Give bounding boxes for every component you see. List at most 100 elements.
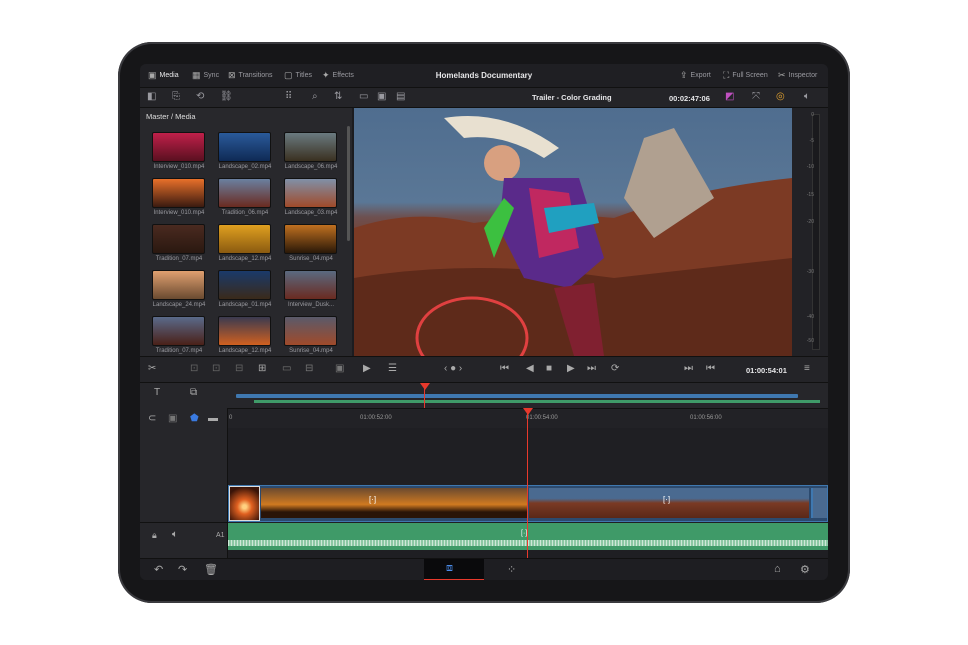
clip-name: Interview_010.mp4 bbox=[153, 164, 205, 170]
mini-playhead-marker[interactable] bbox=[420, 383, 430, 390]
undo-icon[interactable]: ↶ bbox=[154, 563, 163, 576]
trim-icon[interactable]: ⧉ bbox=[190, 387, 197, 398]
snap-icon[interactable]: ⊂ bbox=[148, 413, 156, 424]
clip-thumbnail[interactable] bbox=[152, 178, 205, 208]
title-tool-icon[interactable]: T bbox=[154, 387, 160, 398]
mini-timeline[interactable]: T ⧉ bbox=[140, 382, 828, 409]
prev-edit-icon[interactable]: ⏮ bbox=[706, 363, 715, 374]
clip-name: Landscape_01.mp4 bbox=[218, 302, 272, 308]
search-icon[interactable]: ⌕ bbox=[312, 91, 318, 102]
jog-control[interactable]: ‹ ● › bbox=[444, 363, 462, 374]
safe-area-icon[interactable]: ▣ bbox=[377, 91, 386, 102]
clip-thumbnail[interactable] bbox=[284, 316, 337, 346]
relink-icon[interactable]: ⟲ bbox=[196, 91, 204, 102]
playhead[interactable] bbox=[527, 408, 528, 558]
settings-icon[interactable]: ⚙ bbox=[800, 563, 810, 576]
clip-thumbnail[interactable] bbox=[152, 270, 205, 300]
skip-back-icon[interactable]: ⏮ bbox=[500, 363, 509, 374]
home-icon[interactable]: ⌂ bbox=[774, 563, 781, 575]
viewer-mode-icon[interactable]: ▭ bbox=[359, 91, 368, 102]
loop-icon[interactable]: ⟳ bbox=[611, 363, 619, 374]
timeline-tracks[interactable]: [·] [·] [·] bbox=[228, 408, 828, 558]
timeline-timecode: 01:00:54:01 bbox=[746, 366, 787, 375]
playback-icon[interactable]: ▶ bbox=[363, 363, 371, 374]
fit-icon[interactable]: ▣ bbox=[335, 363, 344, 374]
ruler-label: 01:00:54:00 bbox=[526, 415, 558, 421]
clip-thumbnail[interactable] bbox=[284, 270, 337, 300]
clip-thumbnail[interactable] bbox=[152, 132, 205, 162]
breadcrumb: Master / Media bbox=[146, 112, 196, 121]
clip-thumbnail[interactable] bbox=[218, 224, 271, 254]
clip-thumbnail[interactable] bbox=[218, 316, 271, 346]
menu-icon[interactable]: ≡ bbox=[804, 363, 810, 374]
fullscreen-button[interactable]: ⛶ Full Screen bbox=[723, 70, 768, 81]
clip-thumbnail[interactable] bbox=[218, 132, 271, 162]
marker-icon[interactable]: ▬ bbox=[208, 413, 218, 424]
inspector-button[interactable]: ✂ Inspector bbox=[778, 70, 817, 81]
volume-icon[interactable]: 🔈︎ bbox=[804, 91, 810, 102]
blade-icon[interactable]: ✂ bbox=[148, 363, 156, 374]
color-page-icon[interactable]: ⁘ bbox=[507, 563, 516, 576]
insert-icon[interactable]: ⊡ bbox=[190, 363, 198, 374]
append-icon[interactable]: ▭ bbox=[282, 363, 291, 374]
meter-label: -40 bbox=[806, 314, 814, 320]
media-pool-scrollbar[interactable] bbox=[347, 126, 350, 241]
video-clip-sunset[interactable] bbox=[261, 488, 527, 518]
transition-icon[interactable]: [·] bbox=[663, 495, 670, 504]
clip-name: Landscape_06.mp4 bbox=[284, 164, 338, 170]
clip-thumbnail[interactable] bbox=[218, 178, 271, 208]
clip-name: Sunrise_04.mp4 bbox=[289, 348, 333, 354]
page-cut-tab[interactable]: ⧈ bbox=[424, 559, 484, 580]
clip-thumbnail[interactable] bbox=[152, 316, 205, 346]
inspector-icon: ✂ bbox=[778, 70, 786, 80]
toolbar: ◧ ⎘ ⟲ ⛓ ⠿ ⌕ ⇅ ▭ ▣ ▤ Trailer - Color Grad… bbox=[140, 88, 828, 108]
redo-icon[interactable]: ↷ bbox=[178, 563, 187, 576]
overwrite-icon[interactable]: ⊡ bbox=[212, 363, 220, 374]
export-icon: ⇪ bbox=[680, 70, 688, 80]
play-icon[interactable]: ▶ bbox=[567, 363, 575, 374]
color-wheel-icon[interactable]: ◎ bbox=[776, 91, 785, 102]
next-edit-icon[interactable]: ⏭ bbox=[684, 363, 693, 374]
video-clip-next[interactable] bbox=[811, 488, 827, 518]
filmstrip-icon[interactable]: ▤ bbox=[396, 91, 405, 102]
video-track: [·] [·] bbox=[228, 485, 828, 522]
stop-icon[interactable]: ■ bbox=[546, 363, 552, 374]
meter-label: -30 bbox=[806, 269, 814, 275]
panel-toggle-icon[interactable]: ◧ bbox=[147, 91, 156, 102]
bottom-bar: ↶ ↷ 🗑︎ ⧈ ⁘ ⌂ ⚙ bbox=[140, 558, 828, 580]
audio-track-header: 🔒︎ 🔈︎ A1 bbox=[140, 522, 228, 558]
grid-view-icon[interactable]: ⠿ bbox=[285, 91, 292, 102]
export-button[interactable]: ⇪ Export bbox=[680, 70, 711, 81]
unlink-icon[interactable]: ⛓ bbox=[220, 91, 233, 102]
audio-clip[interactable]: [·] bbox=[228, 523, 828, 550]
clip-thumbnail[interactable] bbox=[218, 270, 271, 300]
transform-icon[interactable]: ⤧ bbox=[752, 91, 760, 102]
reverse-icon[interactable]: ◀ bbox=[526, 363, 534, 374]
sort-icon[interactable]: ⇅ bbox=[334, 91, 342, 102]
playhead-marker[interactable] bbox=[523, 408, 533, 415]
transition-icon[interactable]: [·] bbox=[369, 495, 376, 504]
timeline-name[interactable]: Trailer - Color Grading bbox=[532, 93, 612, 102]
audio-settings-icon[interactable]: ☰ bbox=[388, 363, 397, 374]
place-on-top-icon[interactable]: ⊞ bbox=[258, 363, 266, 374]
ripple-icon[interactable]: ⊟ bbox=[305, 363, 313, 374]
replace-icon[interactable]: ⊟ bbox=[235, 363, 243, 374]
audio-lock-icon[interactable]: 🔒︎ bbox=[152, 530, 157, 541]
clip-thumbnail[interactable] bbox=[284, 132, 337, 162]
import-icon[interactable]: ⎘ bbox=[172, 91, 180, 102]
audio-meter: 0 -5 -10 -15 -20 -30 -40 -50 bbox=[792, 108, 828, 356]
clip-thumbnail[interactable] bbox=[284, 178, 337, 208]
clip-name: Landscape_12.mp4 bbox=[218, 256, 272, 262]
video-clip-selected[interactable] bbox=[229, 486, 260, 521]
clip-thumbnail[interactable] bbox=[284, 224, 337, 254]
clip-name: Tradition_07.mp4 bbox=[155, 348, 203, 354]
viewer[interactable] bbox=[354, 108, 792, 356]
clip-name: Tradition_06.mp4 bbox=[221, 210, 269, 216]
delete-icon[interactable]: 🗑︎ bbox=[204, 563, 218, 576]
skip-forward-icon[interactable]: ⏭ bbox=[587, 363, 596, 374]
color-icon[interactable]: ◩ bbox=[725, 91, 734, 102]
clip-thumbnail[interactable] bbox=[152, 224, 205, 254]
audio-mute-icon[interactable]: 🔈︎ bbox=[172, 529, 178, 540]
flag-icon[interactable]: ⬟ bbox=[190, 413, 199, 424]
link-icon[interactable]: ▣ bbox=[168, 413, 177, 424]
